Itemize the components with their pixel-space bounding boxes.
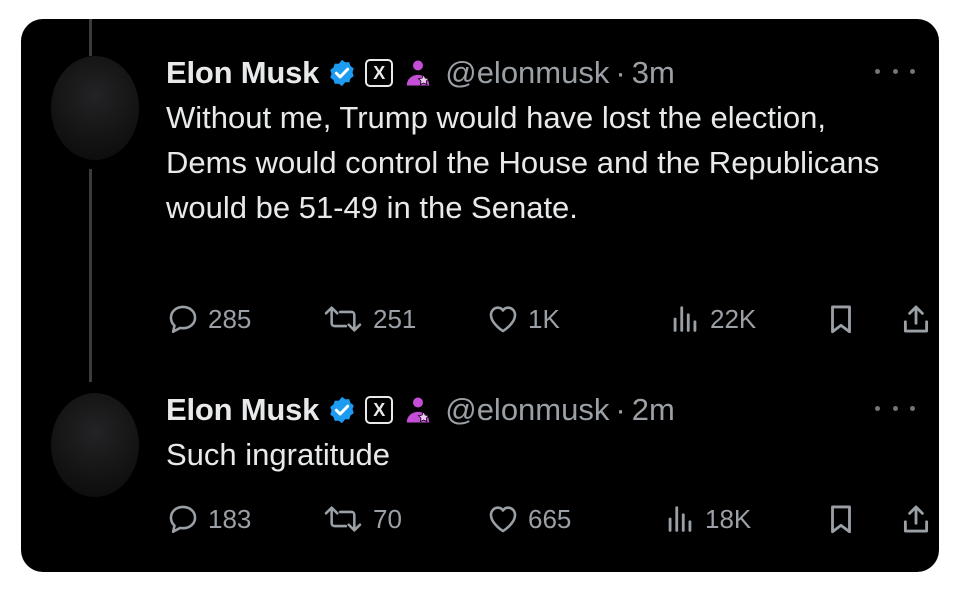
views-icon xyxy=(673,306,697,332)
timestamp[interactable]: 3m xyxy=(632,55,675,91)
author-name[interactable]: Elon Musk xyxy=(166,55,319,91)
heart-icon xyxy=(489,306,517,333)
tweet-actions: 285 251 1K 22K xyxy=(166,299,929,339)
thread-line-top xyxy=(89,19,92,56)
tweet-actions: 183 70 665 18K xyxy=(166,499,929,539)
more-options-icon[interactable] xyxy=(875,59,915,83)
tweet-header: Elon Musk X @elonmusk · 2m xyxy=(166,390,675,430)
author-name[interactable]: Elon Musk xyxy=(166,392,319,428)
view-count: 18K xyxy=(705,503,752,534)
reply-icon xyxy=(169,305,197,334)
tweet[interactable]: Elon Musk X @elonmusk · 2m Such ingratit… xyxy=(166,390,929,540)
tweet-thread-card: Elon Musk X @elonmusk · 3m Without me, T… xyxy=(21,19,939,572)
avatar[interactable] xyxy=(51,393,139,497)
reply-count: 285 xyxy=(208,303,252,334)
bookmark-button[interactable] xyxy=(824,299,858,339)
more-options-icon[interactable] xyxy=(875,396,915,420)
repost-count: 70 xyxy=(373,503,402,534)
share-button[interactable] xyxy=(899,499,933,539)
repost-button[interactable]: 251 xyxy=(321,299,416,339)
repost-icon xyxy=(324,506,362,532)
reply-count: 183 xyxy=(208,503,252,534)
like-count: 1K xyxy=(528,303,560,334)
share-icon xyxy=(903,505,929,533)
reply-button[interactable]: 183 xyxy=(166,499,251,539)
like-button[interactable]: 665 xyxy=(486,499,571,539)
verified-badge-icon[interactable] xyxy=(327,58,357,88)
share-icon xyxy=(903,305,929,333)
separator-dot: · xyxy=(615,392,626,427)
tweet-text: Without me, Trump would have lost the el… xyxy=(166,100,880,225)
like-count: 665 xyxy=(528,503,572,534)
bookmark-button[interactable] xyxy=(824,499,858,539)
tweet[interactable]: Elon Musk X @elonmusk · 3m Without me, T… xyxy=(166,53,929,334)
bookmark-icon xyxy=(831,305,851,334)
government-official-icon[interactable] xyxy=(403,395,433,425)
verified-badge-icon[interactable] xyxy=(327,395,357,425)
tweet-header: Elon Musk X @elonmusk · 3m xyxy=(166,53,675,93)
view-count: 22K xyxy=(710,303,757,334)
separator-dot: · xyxy=(615,55,626,90)
x-affiliate-badge-icon[interactable]: X xyxy=(365,396,394,424)
avatar[interactable] xyxy=(51,56,139,160)
share-button[interactable] xyxy=(899,299,933,339)
repost-count: 251 xyxy=(373,303,417,334)
timestamp[interactable]: 2m xyxy=(632,392,675,428)
thread-line-middle xyxy=(89,169,92,382)
like-button[interactable]: 1K xyxy=(486,299,560,339)
author-handle[interactable]: @elonmusk xyxy=(445,55,609,91)
views-button[interactable]: 22K xyxy=(668,299,756,339)
government-official-icon[interactable] xyxy=(403,58,433,88)
bookmark-icon xyxy=(831,505,851,534)
author-handle[interactable]: @elonmusk xyxy=(445,392,609,428)
repost-button[interactable]: 70 xyxy=(321,499,402,539)
heart-icon xyxy=(489,506,517,533)
reply-icon xyxy=(169,505,197,534)
repost-icon xyxy=(324,306,362,332)
views-button[interactable]: 18K xyxy=(663,499,751,539)
x-affiliate-badge-icon[interactable]: X xyxy=(365,59,394,87)
reply-button[interactable]: 285 xyxy=(166,299,251,339)
tweet-text: Such ingratitude xyxy=(166,437,391,472)
views-icon xyxy=(668,506,692,532)
